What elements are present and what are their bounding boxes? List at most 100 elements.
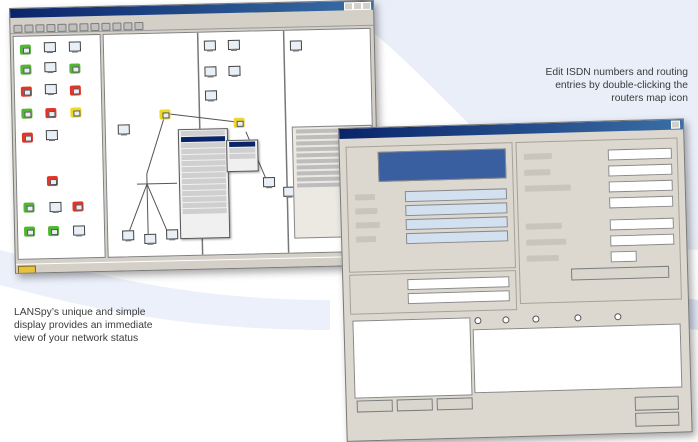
computer-icon[interactable] (204, 90, 218, 101)
isdn-number-field[interactable] (607, 147, 672, 161)
context-menu-item[interactable] (182, 208, 227, 215)
computer-icon[interactable] (203, 40, 217, 51)
toolbar-button[interactable] (46, 23, 56, 32)
device-node[interactable] (20, 64, 32, 75)
device-node[interactable] (23, 226, 36, 237)
filter-radio[interactable] (474, 317, 482, 325)
router-node[interactable] (159, 109, 171, 120)
router-name-field[interactable] (377, 148, 507, 182)
context-menu-item[interactable] (181, 166, 226, 173)
device-node[interactable] (72, 201, 84, 212)
filter-radio[interactable] (614, 313, 622, 321)
field-label (526, 254, 559, 262)
dns-field[interactable] (610, 233, 675, 247)
gateway-field[interactable] (609, 217, 674, 231)
toolbar-button[interactable] (35, 23, 45, 32)
toolbar-button[interactable] (57, 23, 67, 32)
computer-icon[interactable] (166, 229, 179, 240)
context-menu-item[interactable] (181, 154, 226, 161)
computer-icon[interactable] (144, 233, 157, 244)
toolbar-button[interactable] (90, 22, 100, 31)
computer-icon[interactable] (228, 65, 241, 77)
context-menu-item[interactable] (180, 130, 225, 137)
context-menu-item[interactable] (182, 190, 227, 197)
toolbar-button[interactable] (79, 22, 89, 31)
field-label (355, 221, 380, 229)
dialog-button[interactable] (356, 399, 393, 413)
field-label (355, 207, 378, 215)
device-node[interactable] (21, 108, 33, 119)
maximize-icon[interactable] (352, 1, 363, 11)
field-label (523, 153, 552, 160)
computer-icon[interactable] (227, 39, 241, 51)
context-menu-item[interactable] (181, 142, 226, 149)
submenu-item[interactable] (229, 147, 256, 154)
toolbar-button[interactable] (24, 23, 34, 33)
close-icon[interactable] (361, 1, 372, 10)
toolbar-button[interactable] (123, 21, 133, 30)
ok-button[interactable] (634, 395, 679, 411)
dialog-button[interactable] (436, 397, 473, 411)
device-node[interactable] (47, 225, 60, 237)
device-node[interactable] (19, 44, 32, 55)
context-menu-item[interactable] (182, 196, 227, 203)
device-node[interactable] (69, 63, 81, 74)
computer-icon[interactable] (122, 230, 135, 241)
computer-icon[interactable] (43, 41, 57, 53)
computer-icon[interactable] (72, 225, 86, 236)
toolbar-button[interactable] (13, 24, 23, 33)
computer-icon[interactable] (204, 66, 217, 77)
start-button[interactable] (17, 265, 37, 274)
context-menu-item-selected[interactable] (180, 136, 226, 143)
map-caption: LANSpy’s unique and simple display provi… (14, 306, 234, 345)
filter-radio[interactable] (502, 316, 510, 324)
device-node[interactable] (70, 107, 82, 118)
field-label (356, 235, 377, 243)
context-menu-item[interactable] (182, 184, 227, 191)
caption-line: LANSpy’s unique and simple (14, 307, 146, 318)
context-menu-item[interactable] (181, 160, 226, 167)
line-type-select[interactable] (609, 195, 674, 209)
computer-icon[interactable] (45, 129, 59, 141)
cancel-button[interactable] (635, 411, 680, 427)
minimize-icon[interactable] (343, 2, 354, 11)
computer-icon[interactable] (44, 61, 57, 73)
dialog-button[interactable] (396, 398, 433, 412)
close-icon[interactable] (670, 120, 681, 129)
device-node[interactable] (21, 132, 34, 143)
field-label (526, 238, 567, 246)
toolbar-button[interactable] (112, 21, 122, 31)
device-node[interactable] (46, 175, 59, 187)
computer-icon[interactable] (262, 177, 276, 188)
toolbar-button[interactable] (134, 21, 144, 30)
computer-icon[interactable] (44, 83, 57, 95)
context-menu-item[interactable] (182, 202, 227, 209)
computer-icon[interactable] (68, 41, 82, 52)
context-menu-item[interactable] (181, 172, 226, 179)
timeout-field[interactable] (610, 250, 637, 263)
computer-icon[interactable] (289, 40, 303, 51)
device-node[interactable] (45, 107, 57, 119)
routing-entries-list[interactable] (352, 317, 473, 399)
field-label (354, 193, 376, 201)
computer-icon[interactable] (117, 124, 130, 135)
context-menu-item[interactable] (181, 148, 226, 155)
computer-icon[interactable] (49, 201, 62, 213)
toolbar-button[interactable] (101, 22, 111, 31)
network-map-canvas[interactable] (102, 27, 376, 258)
submenu-item[interactable] (229, 141, 256, 148)
subnet-mask-field[interactable] (608, 179, 673, 193)
submenu-item[interactable] (229, 153, 256, 160)
filter-radio[interactable] (574, 314, 582, 322)
router-properties-dialog (338, 118, 693, 442)
router-node[interactable] (233, 117, 245, 128)
device-node[interactable] (20, 86, 33, 97)
context-menu-item[interactable] (181, 178, 227, 185)
dialog-caption: Edit ISDN numbers and routing entries by… (488, 66, 688, 105)
device-node[interactable] (23, 202, 35, 213)
filter-radio[interactable] (532, 315, 540, 323)
connection-log-list[interactable] (472, 323, 683, 394)
ip-address-field[interactable] (608, 163, 673, 177)
toolbar-button[interactable] (68, 22, 78, 32)
device-node[interactable] (69, 85, 82, 96)
